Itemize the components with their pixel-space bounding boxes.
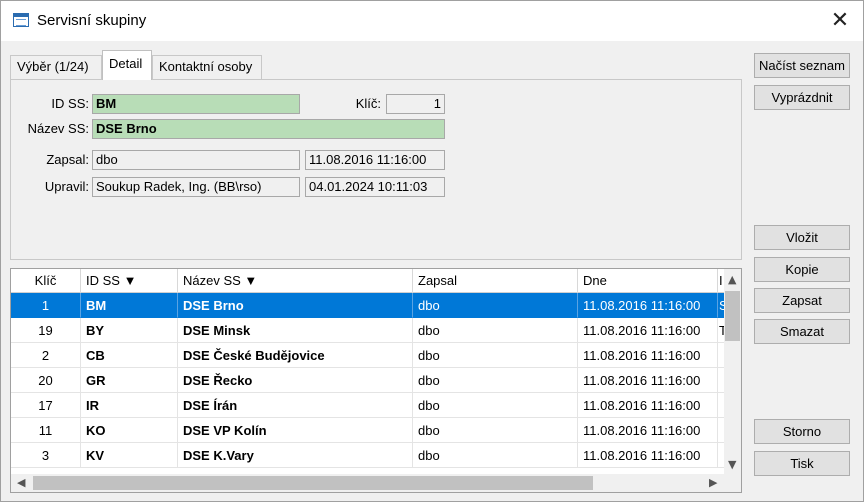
table-row[interactable]: 11 KO DSE VP Kolín dbo 11.08.2016 11:16:… bbox=[11, 418, 725, 443]
table-row[interactable]: 3 KV DSE K.Vary dbo 11.08.2016 11:16:00 bbox=[11, 443, 725, 468]
scroll-left-icon[interactable]: ◀ bbox=[17, 476, 25, 489]
cell-dne: 11.08.2016 11:16:00 bbox=[578, 318, 718, 343]
cell-id-ss: CB bbox=[81, 343, 178, 368]
upravil-label: Upravil: bbox=[44, 179, 89, 194]
cell-nazev-ss: DSE VP Kolín bbox=[178, 418, 413, 443]
cell-nazev-ss: DSE K.Vary bbox=[178, 443, 413, 468]
vertical-scrollbar[interactable]: ▲ ▼ bbox=[724, 269, 741, 474]
horizontal-scrollbar[interactable]: ◀ ▶ bbox=[11, 474, 741, 492]
tab-vyber[interactable]: Výběr (1/24) bbox=[10, 55, 102, 79]
cell-nazev-ss: DSE České Budějovice bbox=[178, 343, 413, 368]
cell-dne: 11.08.2016 11:16:00 bbox=[578, 368, 718, 393]
cell-dne: 11.08.2016 11:16:00 bbox=[578, 343, 718, 368]
cell-zapsal: dbo bbox=[413, 293, 578, 318]
cell-id-ss: GR bbox=[81, 368, 178, 393]
smazat-button[interactable]: Smazat bbox=[754, 319, 850, 344]
window-icon bbox=[13, 13, 29, 27]
zapsat-button[interactable]: Zapsat bbox=[754, 288, 850, 313]
id-ss-field[interactable]: BM bbox=[92, 94, 300, 114]
tab-kontaktni-osoby[interactable]: Kontaktní osoby bbox=[152, 55, 262, 79]
zapsal-label: Zapsal: bbox=[46, 152, 89, 167]
cell-dne: 11.08.2016 11:16:00 bbox=[578, 443, 718, 468]
zapsal-date-field: 11.08.2016 11:16:00 bbox=[305, 150, 445, 170]
cell-zapsal: dbo bbox=[413, 443, 578, 468]
cell-klic: 3 bbox=[11, 443, 81, 468]
cell-dne: 11.08.2016 11:16:00 bbox=[578, 293, 718, 318]
cell-zapsal: dbo bbox=[413, 343, 578, 368]
nazev-ss-label: Název SS: bbox=[27, 121, 89, 136]
upravil-field: Soukup Radek, Ing. (BB\rso) bbox=[92, 177, 300, 197]
dialog-window: Servisní skupiny ✕ Výběr (1/24) Detail K… bbox=[0, 0, 864, 502]
klic-field[interactable]: 1 bbox=[386, 94, 445, 114]
cell-dne: 11.08.2016 11:16:00 bbox=[578, 418, 718, 443]
cell-klic: 1 bbox=[11, 293, 81, 318]
cell-nazev-ss: DSE Írán bbox=[178, 393, 413, 418]
table-row[interactable]: 17 IR DSE Írán dbo 11.08.2016 11:16:00 bbox=[11, 393, 725, 418]
vertical-scroll-thumb[interactable] bbox=[725, 291, 740, 341]
cell-nazev-ss: DSE Brno bbox=[178, 293, 413, 318]
table-row[interactable]: 1 BM DSE Brno dbo 11.08.2016 11:16:00 S bbox=[11, 293, 725, 318]
cell-klic: 11 bbox=[11, 418, 81, 443]
column-header-nazev-ss[interactable]: Název SS ▼ bbox=[178, 269, 413, 293]
cell-zapsal: dbo bbox=[413, 418, 578, 443]
table-row[interactable]: 19 BY DSE Minsk dbo 11.08.2016 11:16:00 … bbox=[11, 318, 725, 343]
grid-header: Klíč ID SS ▼ Název SS ▼ Zapsal Dne I bbox=[11, 269, 725, 293]
kopie-button[interactable]: Kopie bbox=[754, 257, 850, 282]
cell-nazev-ss: DSE Minsk bbox=[178, 318, 413, 343]
scroll-down-icon[interactable]: ▼ bbox=[728, 458, 736, 471]
column-header-dne[interactable]: Dne bbox=[578, 269, 718, 293]
tisk-button[interactable]: Tisk bbox=[754, 451, 850, 476]
vlozit-button[interactable]: Vložit bbox=[754, 225, 850, 250]
cell-zapsal: dbo bbox=[413, 368, 578, 393]
horizontal-scroll-thumb[interactable] bbox=[33, 476, 593, 490]
storno-button[interactable]: Storno bbox=[754, 419, 850, 444]
title-bar: Servisní skupiny ✕ bbox=[1, 1, 863, 41]
column-header-zapsal[interactable]: Zapsal bbox=[413, 269, 578, 293]
vyprazdnit-button[interactable]: Vyprázdnit bbox=[754, 85, 850, 110]
cell-id-ss: IR bbox=[81, 393, 178, 418]
table-row[interactable]: 2 CB DSE České Budějovice dbo 11.08.2016… bbox=[11, 343, 725, 368]
cell-id-ss: KV bbox=[81, 443, 178, 468]
service-groups-grid: Klíč ID SS ▼ Název SS ▼ Zapsal Dne I 1 B… bbox=[10, 268, 742, 493]
column-header-id-ss[interactable]: ID SS ▼ bbox=[81, 269, 178, 293]
nacist-seznam-button[interactable]: Načíst seznam bbox=[754, 53, 850, 78]
tab-detail[interactable]: Detail bbox=[102, 50, 152, 80]
id-ss-label: ID SS: bbox=[51, 96, 89, 111]
cell-id-ss: BY bbox=[81, 318, 178, 343]
cell-klic: 19 bbox=[11, 318, 81, 343]
cell-id-ss: KO bbox=[81, 418, 178, 443]
cell-dne: 11.08.2016 11:16:00 bbox=[578, 393, 718, 418]
cell-zapsal: dbo bbox=[413, 318, 578, 343]
cell-klic: 17 bbox=[11, 393, 81, 418]
upravil-date-field: 04.01.2024 10:11:03 bbox=[305, 177, 445, 197]
scroll-up-icon[interactable]: ▲ bbox=[728, 273, 736, 286]
table-row[interactable]: 20 GR DSE Řecko dbo 11.08.2016 11:16:00 bbox=[11, 368, 725, 393]
klic-label: Klíč: bbox=[355, 96, 381, 111]
column-header-klic[interactable]: Klíč bbox=[11, 269, 81, 293]
cell-zapsal: dbo bbox=[413, 393, 578, 418]
scroll-right-icon[interactable]: ▶ bbox=[709, 476, 717, 489]
cell-id-ss: BM bbox=[81, 293, 178, 318]
cell-klic: 2 bbox=[11, 343, 81, 368]
zapsal-field: dbo bbox=[92, 150, 300, 170]
close-button[interactable]: ✕ bbox=[817, 1, 863, 41]
nazev-ss-field[interactable]: DSE Brno bbox=[92, 119, 445, 139]
window-title: Servisní skupiny bbox=[37, 12, 147, 29]
cell-klic: 20 bbox=[11, 368, 81, 393]
cell-nazev-ss: DSE Řecko bbox=[178, 368, 413, 393]
